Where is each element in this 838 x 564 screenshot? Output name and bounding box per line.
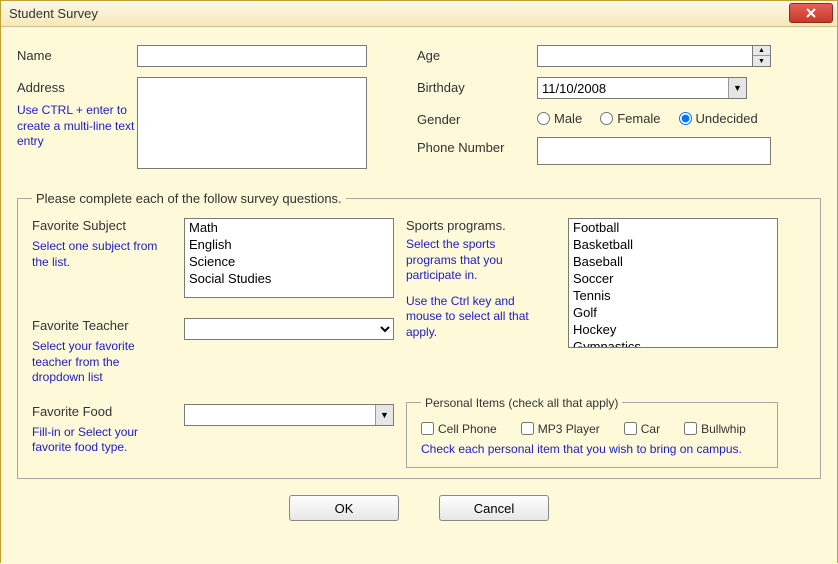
- top-section: Name Address Use CTRL + enter to create …: [17, 45, 821, 179]
- favorite-teacher-label: Favorite Teacher: [32, 318, 172, 333]
- gender-label: Gender: [417, 109, 537, 127]
- favorite-food-dropdown-button[interactable]: ▼: [375, 405, 393, 425]
- sports-listbox[interactable]: Football Basketball Baseball Soccer Tenn…: [568, 218, 778, 348]
- button-bar: OK Cancel: [17, 495, 821, 521]
- list-item[interactable]: Golf: [569, 304, 777, 321]
- gender-radio-male[interactable]: Male: [537, 111, 582, 126]
- right-column: Age ▲ ▼ Birthday ▼: [417, 45, 821, 179]
- window-title: Student Survey: [9, 6, 98, 21]
- list-item[interactable]: Math: [185, 219, 393, 236]
- phone-input[interactable]: [537, 137, 771, 165]
- chevron-down-icon: ▼: [733, 83, 742, 93]
- personal-items-hint: Check each personal item that you wish t…: [421, 442, 763, 458]
- window: Student Survey Name Address Use CTRL + e…: [0, 0, 838, 563]
- ok-button[interactable]: OK: [289, 495, 399, 521]
- titlebar: Student Survey: [1, 1, 837, 27]
- chk-car[interactable]: Car: [624, 422, 660, 436]
- list-item[interactable]: Social Studies: [185, 270, 393, 287]
- age-input[interactable]: [537, 45, 753, 67]
- cancel-button[interactable]: Cancel: [439, 495, 549, 521]
- left-column: Name Address Use CTRL + enter to create …: [17, 45, 407, 179]
- age-spinner[interactable]: ▲ ▼: [753, 45, 771, 67]
- birthday-label: Birthday: [417, 77, 537, 95]
- birthday-dropdown-button[interactable]: ▼: [728, 78, 746, 98]
- age-label: Age: [417, 45, 537, 63]
- address-hint: Use CTRL + enter to create a multi-line …: [17, 103, 137, 150]
- chk-bullwhip[interactable]: Bullwhip: [684, 422, 746, 436]
- list-item[interactable]: Gymnastics: [569, 338, 777, 348]
- favorite-food-hint: Fill-in or Select your favorite food typ…: [32, 425, 172, 456]
- favorite-subject-label: Favorite Subject: [32, 218, 172, 233]
- list-item[interactable]: Baseball: [569, 253, 777, 270]
- list-item[interactable]: English: [185, 236, 393, 253]
- phone-label: Phone Number: [417, 137, 537, 155]
- name-input[interactable]: [137, 45, 367, 67]
- chk-cell-phone[interactable]: Cell Phone: [421, 422, 497, 436]
- favorite-teacher-block: Favorite Teacher Select your favorite te…: [32, 302, 172, 386]
- gender-radio-group: Male Female Undecided: [537, 109, 758, 126]
- gender-radio-female[interactable]: Female: [600, 111, 660, 126]
- list-item[interactable]: Science: [185, 253, 393, 270]
- favorite-teacher-select[interactable]: [184, 318, 394, 340]
- name-label: Name: [17, 45, 137, 63]
- personal-items-group: Cell Phone MP3 Player Car Bullwhip: [421, 422, 763, 436]
- sports-label: Sports programs.: [406, 218, 556, 233]
- favorite-subject-listbox[interactable]: Math English Science Social Studies: [184, 218, 394, 298]
- gender-radio-undecided[interactable]: Undecided: [679, 111, 758, 126]
- list-item[interactable]: Hockey: [569, 321, 777, 338]
- favorite-teacher-hint: Select your favorite teacher from the dr…: [32, 339, 172, 386]
- address-textarea[interactable]: [137, 77, 367, 169]
- personal-items-fieldset: Personal Items (check all that apply) Ce…: [406, 396, 778, 469]
- chevron-down-icon: ▼: [380, 410, 389, 420]
- favorite-food-combo[interactable]: [184, 404, 394, 426]
- spinner-down-icon[interactable]: ▼: [753, 56, 770, 66]
- list-item[interactable]: Football: [569, 219, 777, 236]
- favorite-food-label: Favorite Food: [32, 404, 172, 419]
- sports-hint-1: Select the sports programs that you part…: [406, 237, 546, 284]
- close-button[interactable]: [789, 3, 833, 23]
- birthday-input[interactable]: [537, 77, 747, 99]
- chk-mp3-player[interactable]: MP3 Player: [521, 422, 600, 436]
- favorite-subject-hint: Select one subject from the list.: [32, 239, 172, 270]
- list-item[interactable]: Tennis: [569, 287, 777, 304]
- sports-hint-2: Use the Ctrl key and mouse to select all…: [406, 294, 546, 341]
- survey-grid: Favorite Subject Select one subject from…: [32, 218, 806, 468]
- favorite-subject-block: Favorite Subject Select one subject from…: [32, 218, 172, 298]
- list-item[interactable]: Basketball: [569, 236, 777, 253]
- sports-block: Sports programs. Select the sports progr…: [406, 218, 556, 386]
- close-icon: [805, 7, 817, 19]
- survey-fieldset: Please complete each of the follow surve…: [17, 191, 821, 479]
- favorite-food-block: Favorite Food Fill-in or Select your fav…: [32, 390, 172, 456]
- form-content: Name Address Use CTRL + enter to create …: [1, 27, 837, 564]
- survey-legend: Please complete each of the follow surve…: [32, 191, 346, 206]
- list-item[interactable]: Soccer: [569, 270, 777, 287]
- spinner-up-icon[interactable]: ▲: [753, 46, 770, 56]
- personal-items-legend: Personal Items (check all that apply): [421, 396, 622, 410]
- address-label: Address: [17, 77, 137, 95]
